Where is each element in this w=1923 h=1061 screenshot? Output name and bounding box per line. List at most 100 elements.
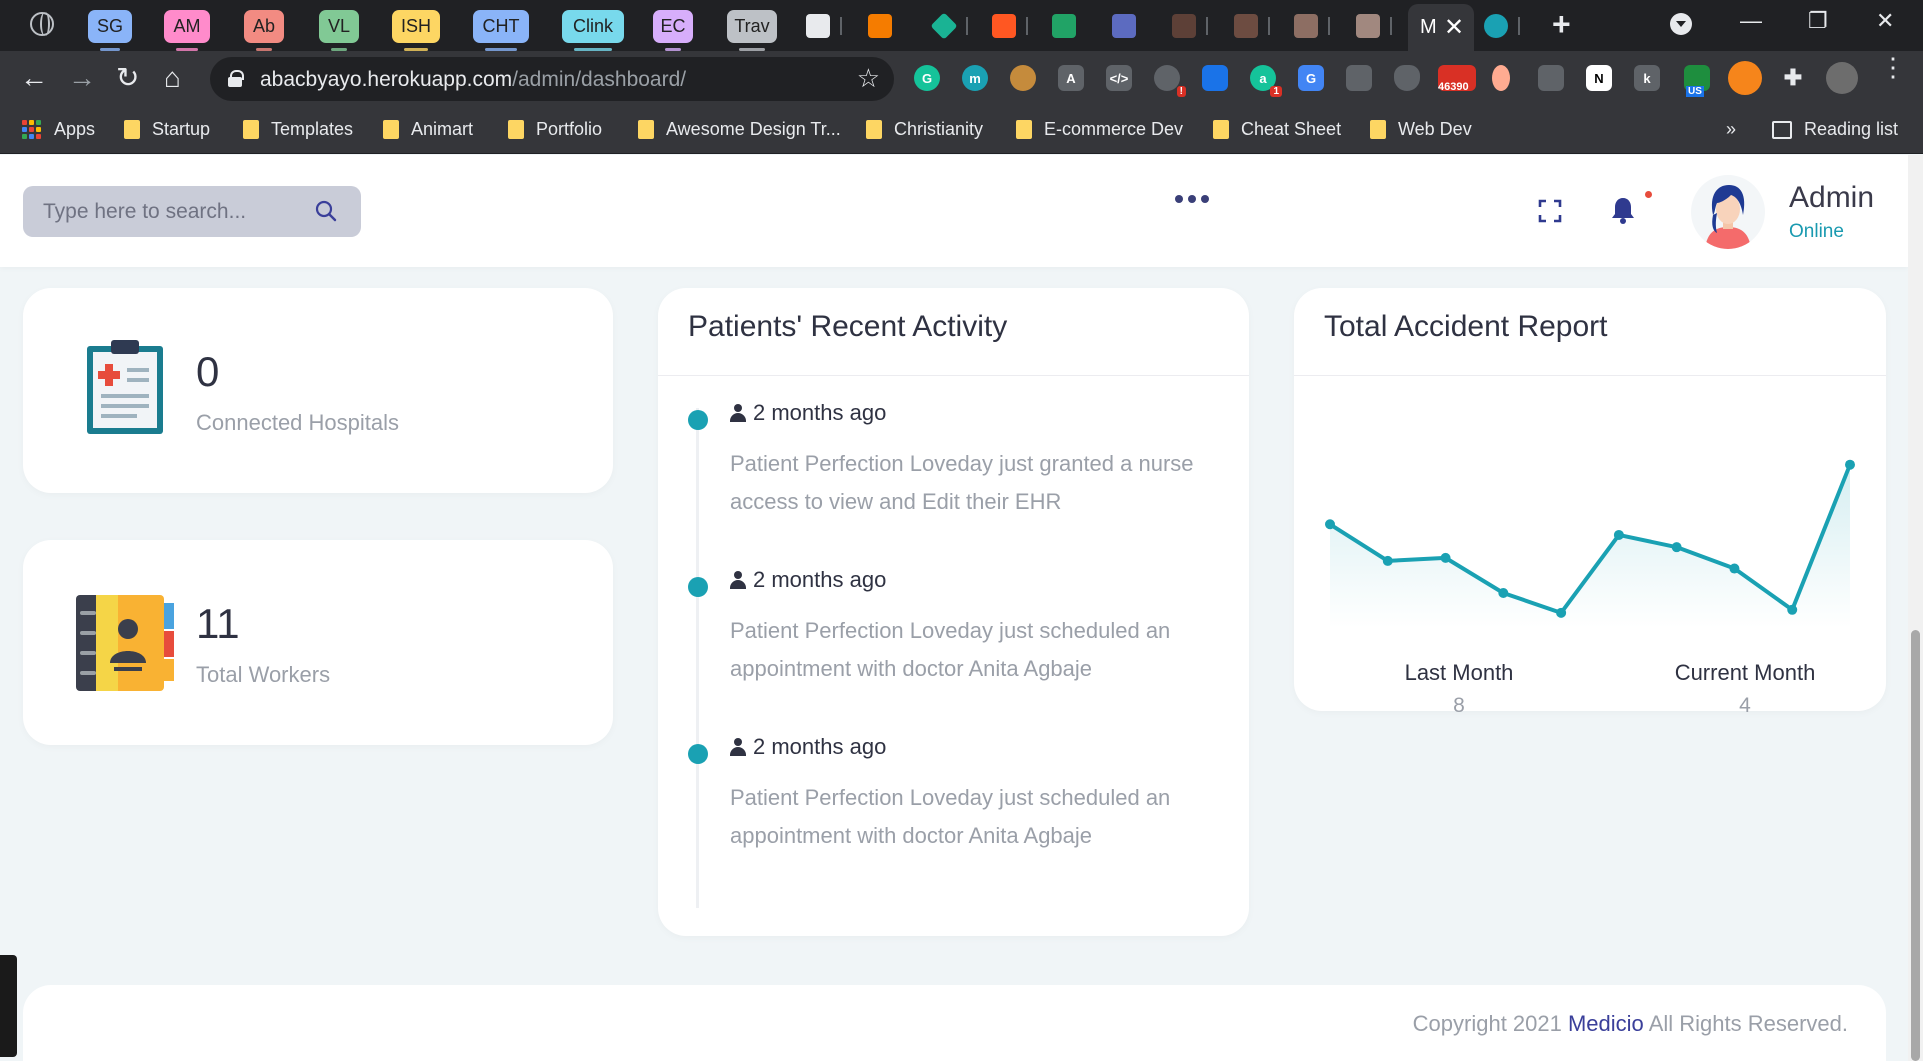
tab-search-button[interactable] [1670, 13, 1692, 35]
tab-group-ab[interactable]: Ab [244, 10, 284, 51]
bookmark-folder-cheat-sheet[interactable]: Cheat Sheet [1213, 119, 1341, 140]
minimize-button[interactable]: — [1740, 8, 1762, 34]
close-tab-icon[interactable]: ✕ [1444, 13, 1464, 42]
tab-favicon-n-icon[interactable] [992, 14, 1016, 38]
translate-extension-icon[interactable]: G [1298, 65, 1324, 91]
url-text[interactable]: abacbyayo.herokuapp.com/admin/dashboard/ [260, 68, 686, 92]
scrollbar-thumb[interactable] [1911, 630, 1920, 1061]
tab-favicon-b-icon[interactable] [868, 14, 892, 38]
active-tab[interactable]: M ✕ [1408, 4, 1474, 51]
bookmark-folder-christianity[interactable]: Christianity [866, 119, 983, 140]
tab-favicon-q-icon[interactable] [1052, 14, 1076, 38]
chart-point-7[interactable] [1729, 563, 1740, 574]
bookmark-folder-templates[interactable]: Templates [243, 119, 353, 140]
chart-point-9[interactable] [1845, 459, 1855, 470]
notification-bell-icon[interactable] [1610, 196, 1636, 224]
tab-group-cht[interactable]: CHT [473, 10, 529, 51]
screenrec-widget[interactable]: screenrec [0, 955, 17, 1057]
bookmarks-overflow-button[interactable]: » [1726, 119, 1736, 140]
tab-group-am[interactable]: AM [164, 10, 210, 51]
globe-icon[interactable] [30, 12, 54, 36]
lock-icon[interactable] [228, 70, 244, 87]
grammarly-extension-icon[interactable]: G [914, 65, 940, 91]
bookmark-folder-startup[interactable]: Startup [124, 119, 210, 140]
record-extension-icon[interactable]: ! [1154, 65, 1186, 97]
tab-favicon-photo-icon[interactable] [1234, 14, 1258, 38]
recent-activity-card: Patients' Recent Activity 2 months ago P… [658, 288, 1249, 936]
more-options-icon[interactable] [1175, 195, 1209, 203]
tab-favicon-diamond-icon[interactable] [930, 12, 958, 40]
bucket-extension-icon[interactable] [1346, 65, 1372, 91]
profile-avatar-icon[interactable] [1826, 62, 1858, 94]
bookmark-folder-animart[interactable]: Animart [383, 119, 473, 140]
chart-point-0[interactable] [1325, 519, 1335, 530]
bookmark-folder-ecommerce-dev[interactable]: E-commerce Dev [1016, 119, 1183, 140]
new-tab-button[interactable]: + [1552, 6, 1571, 43]
user-name[interactable]: Admin [1789, 181, 1874, 215]
k-extension-icon[interactable]: k [1634, 65, 1660, 91]
search-icon[interactable] [315, 200, 337, 222]
chart-point-6[interactable] [1671, 542, 1682, 553]
bookmark-star-icon[interactable]: ☆ [857, 63, 880, 94]
tab-group-ish[interactable]: ISH [392, 10, 440, 51]
a-circle-extension-icon[interactable]: a 1 [1250, 65, 1282, 97]
tab-group-trav[interactable]: Trav [727, 10, 777, 51]
tab-group-clink[interactable]: Clink [562, 10, 624, 51]
folder-icon [866, 120, 882, 139]
location-extension-icon[interactable] [1202, 65, 1228, 91]
mail-extension-icon[interactable]: 46390 [1438, 65, 1476, 93]
chart-area-fill [1330, 464, 1850, 628]
code-extension-icon[interactable]: </> [1106, 65, 1132, 91]
restore-button[interactable]: ❐ [1808, 8, 1828, 34]
a-extension-icon[interactable]: A [1058, 65, 1084, 91]
notion-extension-icon[interactable]: N [1586, 65, 1612, 91]
shield-extension-icon[interactable] [1394, 65, 1420, 91]
brand-link[interactable]: Medicio [1568, 1011, 1644, 1036]
camera-extension-icon[interactable] [1538, 65, 1564, 91]
forward-button[interactable]: → [68, 63, 96, 93]
tab-favicon-photo-icon[interactable] [1294, 14, 1318, 38]
tab-favicon-photo-icon[interactable] [1172, 14, 1196, 38]
reload-button[interactable]: ↻ [116, 63, 139, 93]
chrome-menu-icon[interactable]: ⋮ [1880, 54, 1906, 80]
bookmark-folder-awesome-design[interactable]: Awesome Design Tr... [638, 119, 841, 140]
bookmark-folder-web-dev[interactable]: Web Dev [1370, 119, 1472, 140]
chart-point-1[interactable] [1382, 555, 1393, 566]
activity-text: Patient Perfection Loveday just granted … [730, 451, 1194, 514]
close-window-button[interactable]: ✕ [1876, 8, 1894, 34]
tab-favicon-photo-icon[interactable] [1356, 14, 1380, 38]
chart-point-8[interactable] [1787, 604, 1798, 615]
address-bar[interactable]: abacbyayo.herokuapp.com/admin/dashboard/… [210, 57, 894, 101]
extensions-puzzle-icon[interactable]: ✚ [1780, 65, 1806, 91]
copyright-text: Copyright 2021 Medicio All Rights Reserv… [1413, 1011, 1848, 1037]
chart-point-5[interactable] [1613, 529, 1624, 540]
cookie-extension-icon[interactable] [1010, 65, 1036, 91]
tab-group-ec[interactable]: EC [653, 10, 693, 51]
tab-favicon-mask-icon[interactable] [1112, 14, 1136, 38]
chart-point-3[interactable] [1498, 587, 1509, 598]
tab-separator [1328, 17, 1330, 35]
accident-report-card: Total Accident Report Last Month 8 Curre… [1294, 288, 1886, 717]
bookmark-folder-portfolio[interactable]: Portfolio [508, 119, 602, 140]
tab-favicon-m-icon[interactable] [1484, 14, 1508, 38]
avatar[interactable] [1691, 175, 1765, 249]
tab-favicon-calendar-icon[interactable] [806, 14, 830, 38]
bookmark-apps[interactable]: Apps [22, 119, 95, 140]
metamask-extension-icon[interactable] [1728, 61, 1762, 95]
home-button[interactable]: ⌂ [164, 63, 181, 93]
reading-list-button[interactable]: Reading list [1772, 119, 1898, 140]
chart-point-2[interactable] [1440, 552, 1451, 563]
activity-time: 2 months ago [730, 400, 886, 426]
m-extension-icon[interactable]: m [962, 65, 988, 91]
tab-group-vl[interactable]: VL [319, 10, 359, 51]
vpn-extension-icon[interactable]: US [1684, 65, 1710, 97]
tab-group-sg[interactable]: SG [88, 10, 132, 51]
stat-label: Total Workers [196, 662, 331, 687]
page-footer: Copyright 2021 Medicio All Rights Reserv… [23, 985, 1886, 1061]
chart-point-4[interactable] [1556, 607, 1567, 618]
pill-extension-icon[interactable] [1492, 65, 1510, 91]
fullscreen-icon[interactable] [1538, 199, 1562, 223]
page-scrollbar[interactable] [1908, 155, 1923, 1061]
back-button[interactable]: ← [20, 63, 48, 93]
search-input[interactable] [43, 186, 303, 237]
